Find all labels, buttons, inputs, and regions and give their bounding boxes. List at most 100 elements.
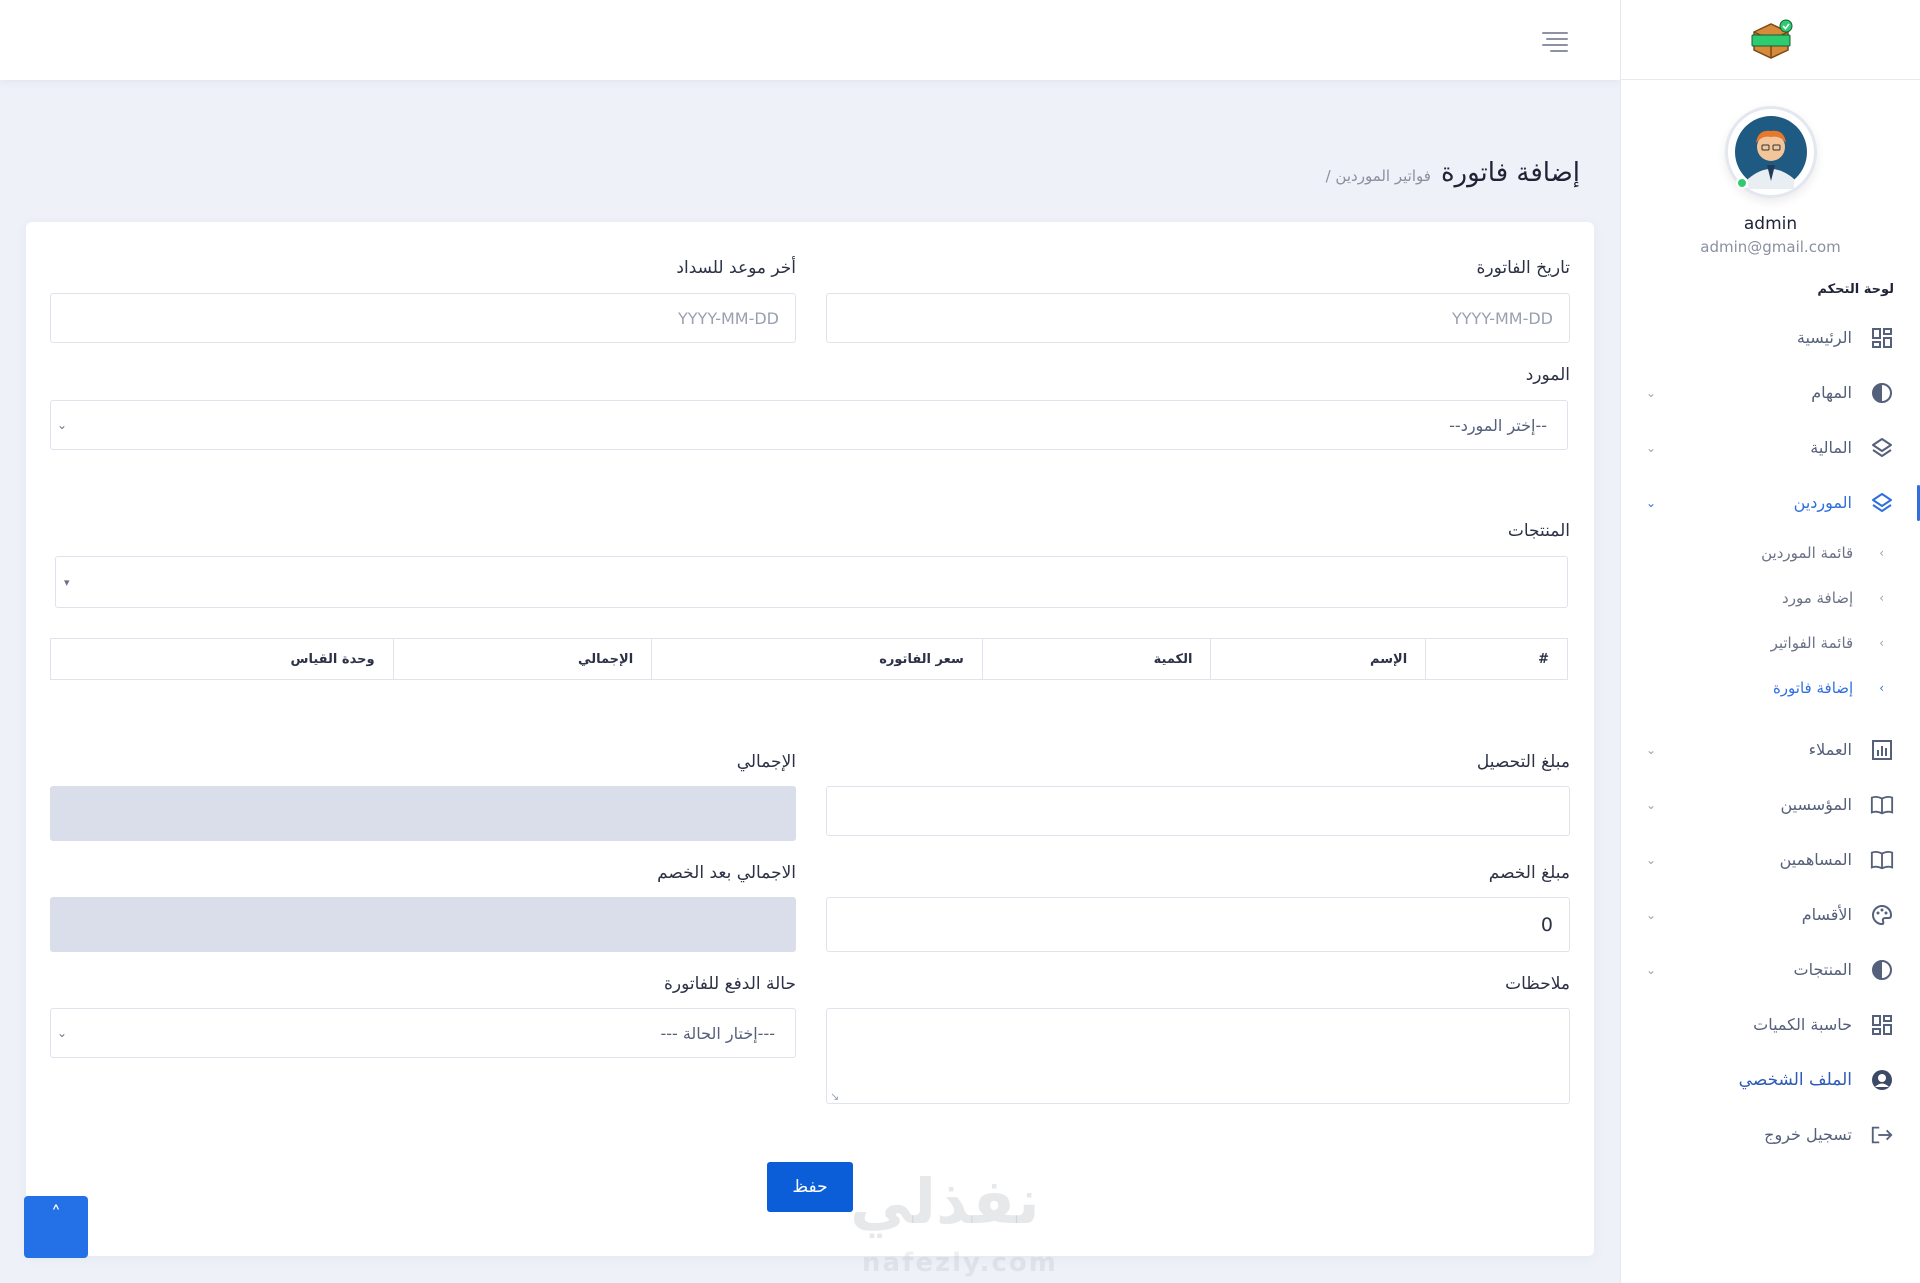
payment-status-label: حالة الدفع للفاتورة bbox=[663, 974, 796, 994]
bar-chart-icon bbox=[1870, 738, 1894, 762]
sidebar-item-label: الرئيسية bbox=[1796, 328, 1852, 347]
sidebar-item-label: تسجيل خروج bbox=[1764, 1125, 1852, 1144]
notes-label: ملاحظات bbox=[1505, 974, 1570, 994]
table-header-quantity: الكمية bbox=[981, 639, 1211, 679]
sidebar-item-founders[interactable]: ⌄ المؤسسين bbox=[1620, 777, 1920, 832]
sidebar-item-sections[interactable]: ⌄ الأقسام bbox=[1620, 887, 1920, 942]
table-header-unit: وحدة القياس bbox=[290, 651, 375, 667]
chevron-down-icon: ⌄ bbox=[57, 1026, 68, 1040]
products-table-header: وحدة القياس الإجمالي سعر الفاتوره الكمية… bbox=[50, 638, 1568, 680]
chevron-left-icon: ‹ bbox=[1879, 635, 1884, 650]
products-multiselect[interactable]: ▾ bbox=[55, 556, 1568, 608]
submenu-item-supplier-list[interactable]: قائمة الموردين ‹ bbox=[1620, 530, 1920, 575]
logo[interactable] bbox=[1621, 0, 1920, 80]
page-header: / فواتير الموردين إضافة فاتورة bbox=[1326, 158, 1580, 188]
dashboard-grid-icon bbox=[1870, 326, 1894, 350]
chevron-up-icon: ˄ bbox=[51, 1202, 61, 1226]
palette-icon bbox=[1870, 903, 1894, 927]
table-header-index: # bbox=[1425, 639, 1567, 679]
products-label: المنتجات bbox=[1507, 521, 1570, 541]
submenu-item-invoice-list[interactable]: قائمة الفواتير ‹ bbox=[1620, 620, 1920, 665]
sidebar-item-quantity-calculator[interactable]: حاسبة الكميات bbox=[1620, 997, 1920, 1052]
sidebar-item-tasks[interactable]: ⌄ المهام bbox=[1620, 365, 1920, 420]
chevron-left-icon: ‹ bbox=[1879, 590, 1884, 605]
caret-down-icon: ▾ bbox=[64, 575, 70, 589]
chevron-left-icon: ‹ bbox=[1879, 680, 1884, 695]
user-name: admin bbox=[1743, 214, 1798, 234]
invoice-date-input[interactable]: YYYY-MM-DD bbox=[826, 293, 1570, 343]
sidebar-item-label: المؤسسين bbox=[1780, 795, 1852, 814]
sidebar-item-finance[interactable]: ⌄ المالية bbox=[1620, 420, 1920, 475]
avatar[interactable] bbox=[1724, 106, 1817, 198]
layers-icon bbox=[1870, 436, 1894, 460]
pie-icon bbox=[1870, 958, 1894, 982]
sidebar-item-home[interactable]: الرئيسية bbox=[1620, 310, 1920, 365]
chevron-left-icon: ‹ bbox=[1879, 545, 1884, 560]
collection-amount-label: مبلغ التحصيل bbox=[1476, 752, 1570, 772]
sidebar-item-label: المهام bbox=[1811, 383, 1852, 402]
due-date-label: أخر موعد للسداد bbox=[676, 258, 796, 278]
chevron-down-icon: ⌄ bbox=[1646, 495, 1657, 510]
chevron-down-icon: ⌄ bbox=[1646, 852, 1657, 867]
chevron-down-icon: ⌄ bbox=[1646, 440, 1657, 455]
scroll-to-top-button[interactable]: ˄ bbox=[24, 1196, 88, 1258]
online-status-dot bbox=[1735, 177, 1748, 189]
sidebar-item-label: الموردين bbox=[1793, 493, 1852, 512]
sidebar-item-products[interactable]: ⌄ المنتجات bbox=[1620, 942, 1920, 997]
chevron-down-icon: ⌄ bbox=[1646, 385, 1657, 400]
watermark-logo: نفذلي bbox=[850, 1165, 1040, 1238]
chevron-down-icon: ⌄ bbox=[57, 418, 68, 432]
total-after-discount-field bbox=[50, 897, 796, 952]
user-email: admin@gmail.com bbox=[1700, 238, 1841, 256]
submenu-item-add-supplier[interactable]: إضافة مورد ‹ bbox=[1620, 575, 1920, 620]
supplier-label: المورد bbox=[1525, 365, 1570, 385]
total-after-discount-label: الاجمالي بعد الخصم bbox=[657, 863, 796, 883]
table-header-total: الإجمالي bbox=[392, 639, 652, 679]
total-field bbox=[50, 786, 796, 841]
book-icon bbox=[1870, 793, 1894, 817]
sidebar-item-label: العملاء bbox=[1808, 740, 1852, 759]
watermark-url: nafezly.com bbox=[862, 1248, 1058, 1278]
chevron-down-icon: ⌄ bbox=[1646, 962, 1657, 977]
supplier-select[interactable]: ⌄ --إختر المورد-- bbox=[50, 400, 1568, 450]
layers-icon bbox=[1870, 491, 1894, 515]
invoice-form-card: تاريخ الفاتورة YYYY-MM-DD أخر موعد للسدا… bbox=[26, 222, 1594, 1256]
sidebar-item-label: المنتجات bbox=[1793, 960, 1853, 979]
sidebar-section-title: لوحة التحكم bbox=[1817, 282, 1894, 297]
profile-icon bbox=[1870, 1068, 1894, 1092]
collection-amount-input[interactable] bbox=[826, 786, 1570, 836]
page-title: إضافة فاتورة bbox=[1440, 158, 1580, 188]
submenu-item-label: قائمة الموردين bbox=[1761, 543, 1854, 562]
dashboard-grid-icon bbox=[1870, 1013, 1894, 1037]
discount-amount-input[interactable]: 0 bbox=[826, 897, 1570, 952]
notes-textarea[interactable]: ↘ bbox=[826, 1008, 1570, 1104]
discount-amount-label: مبلغ الخصم bbox=[1488, 863, 1570, 883]
sidebar-item-label: الملف الشخصي bbox=[1738, 1069, 1852, 1090]
due-date-input[interactable]: YYYY-MM-DD bbox=[50, 293, 796, 343]
save-button[interactable]: حفظ bbox=[767, 1162, 853, 1212]
sidebar-item-label: حاسبة الكميات bbox=[1753, 1015, 1852, 1034]
sidebar-item-customers[interactable]: ⌄ العملاء bbox=[1620, 722, 1920, 777]
submenu-item-add-invoice[interactable]: إضافة فاتورة ‹ bbox=[1620, 665, 1920, 710]
instock-logo-icon bbox=[1751, 19, 1792, 59]
sidebar-item-profile[interactable]: الملف الشخصي bbox=[1620, 1052, 1920, 1107]
sidebar-menu: الرئيسية ⌄ المهام ⌄ المالية ⌄ الموردين ق… bbox=[1620, 310, 1920, 1162]
payment-status-value: --- إختار الحالة--- bbox=[660, 1023, 775, 1043]
submenu-item-label: قائمة الفواتير bbox=[1770, 633, 1854, 652]
top-bar bbox=[0, 0, 1620, 80]
table-header-invoice-price: سعر الفاتوره bbox=[651, 639, 982, 679]
menu-toggle-icon[interactable] bbox=[1542, 32, 1568, 56]
payment-status-select[interactable]: ⌄ --- إختار الحالة--- bbox=[50, 1008, 796, 1058]
resize-handle-icon[interactable]: ↘ bbox=[830, 1090, 839, 1103]
submenu-item-label: إضافة فاتورة bbox=[1772, 678, 1854, 697]
pie-icon bbox=[1870, 381, 1894, 405]
breadcrumb[interactable]: / فواتير الموردين bbox=[1326, 167, 1431, 185]
chevron-down-icon: ⌄ bbox=[1646, 907, 1657, 922]
sidebar-item-suppliers[interactable]: ⌄ الموردين bbox=[1620, 475, 1920, 530]
chevron-down-icon: ⌄ bbox=[1646, 742, 1657, 757]
total-label: الإجمالي bbox=[736, 752, 796, 772]
sidebar-item-shareholders[interactable]: ⌄ المساهمين bbox=[1620, 832, 1920, 887]
sidebar-item-logout[interactable]: تسجيل خروج bbox=[1620, 1107, 1920, 1162]
invoice-date-label: تاريخ الفاتورة bbox=[1476, 258, 1570, 278]
